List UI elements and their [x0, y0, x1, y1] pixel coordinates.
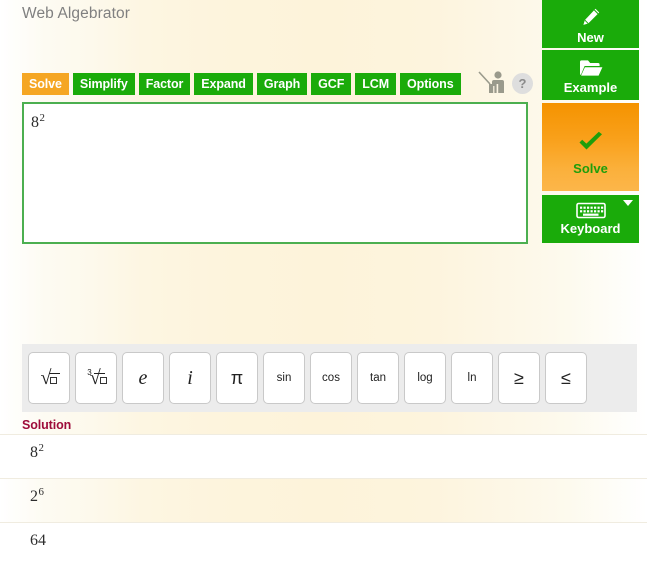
- caret-down-icon[interactable]: [623, 200, 633, 206]
- tab-gcf[interactable]: GCF: [311, 73, 352, 95]
- tab-lcm[interactable]: LCM: [355, 73, 397, 95]
- symbol-button-log[interactable]: log: [404, 352, 446, 404]
- new-button[interactable]: New: [542, 0, 639, 48]
- example-button-label: Example: [563, 80, 618, 95]
- tab-graph[interactable]: Graph: [256, 73, 308, 95]
- symbol-toolbar: √ 3 √ e i π sin cos tan log ln ≥ ≤: [22, 344, 637, 412]
- expression-input[interactable]: 82: [22, 102, 528, 244]
- new-button-label: New: [577, 30, 604, 45]
- tab-simplify[interactable]: Simplify: [72, 73, 135, 95]
- symbol-button-sin[interactable]: sin: [263, 352, 305, 404]
- symbol-button-greater-equal[interactable]: ≥: [498, 352, 540, 404]
- folder-open-icon: [542, 58, 639, 81]
- symbol-button-cbrt[interactable]: 3 √: [75, 352, 117, 404]
- symbol-button-sqrt[interactable]: √: [28, 352, 70, 404]
- input-base: 8: [31, 114, 39, 131]
- solution-heading: Solution: [22, 418, 72, 432]
- solution-step-base: 2: [30, 488, 38, 505]
- symbol-button-imaginary-i[interactable]: i: [169, 352, 211, 404]
- solution-step-row: 64: [0, 522, 647, 566]
- mode-tabbar: Solve Simplify Factor Expand Graph GCF LCM Opti…: [22, 73, 461, 95]
- radical-glyph: √: [41, 368, 60, 388]
- example-button[interactable]: Example: [542, 50, 639, 100]
- symbol-button-pi[interactable]: π: [216, 352, 258, 404]
- checkmark-icon: [542, 131, 639, 156]
- symbol-button-tan[interactable]: tan: [357, 352, 399, 404]
- radicand-placeholder: [50, 376, 58, 384]
- solution-step-row: 82: [0, 434, 647, 478]
- solution-step-base: 64: [30, 532, 46, 549]
- solution-step-expression: 26: [30, 485, 44, 506]
- vinculum: [94, 373, 106, 374]
- page-title: Web Algebrator: [22, 5, 130, 22]
- solution-step-base: 8: [30, 444, 38, 461]
- teacher-icon[interactable]: [478, 69, 508, 95]
- radical-glyph: 3 √: [85, 368, 107, 388]
- solution-step-exponent: 2: [38, 441, 44, 454]
- vinculum: [48, 373, 60, 374]
- symbol-button-cos[interactable]: cos: [310, 352, 352, 404]
- solution-step-exponent: 6: [38, 485, 44, 498]
- help-button[interactable]: ?: [512, 73, 533, 94]
- symbol-button-ln[interactable]: ln: [451, 352, 493, 404]
- solve-button-label: Solve: [573, 161, 608, 176]
- pencil-icon: [542, 6, 639, 31]
- input-expression: 82: [31, 111, 45, 132]
- symbol-button-less-equal[interactable]: ≤: [545, 352, 587, 404]
- solution-step-expression: 64: [30, 532, 46, 550]
- solution-steps-list: 82 26 64: [0, 434, 647, 566]
- tab-factor[interactable]: Factor: [138, 73, 191, 95]
- solution-step-expression: 82: [30, 441, 44, 462]
- tab-expand[interactable]: Expand: [194, 73, 253, 95]
- keyboard-button[interactable]: Keyboard: [542, 195, 639, 243]
- input-exponent: 2: [39, 111, 45, 124]
- keyboard-button-label: Keyboard: [560, 221, 621, 236]
- radical-index: 3: [87, 368, 92, 377]
- app-root: Web Algebrator Solve Simplify Factor Expand…: [0, 0, 647, 566]
- tab-options[interactable]: Options: [400, 73, 461, 95]
- symbol-button-euler-e[interactable]: e: [122, 352, 164, 404]
- solve-button[interactable]: Solve: [542, 103, 639, 191]
- tab-solve[interactable]: Solve: [22, 73, 69, 95]
- solution-step-row: 26: [0, 478, 647, 522]
- radicand-placeholder: [99, 376, 107, 384]
